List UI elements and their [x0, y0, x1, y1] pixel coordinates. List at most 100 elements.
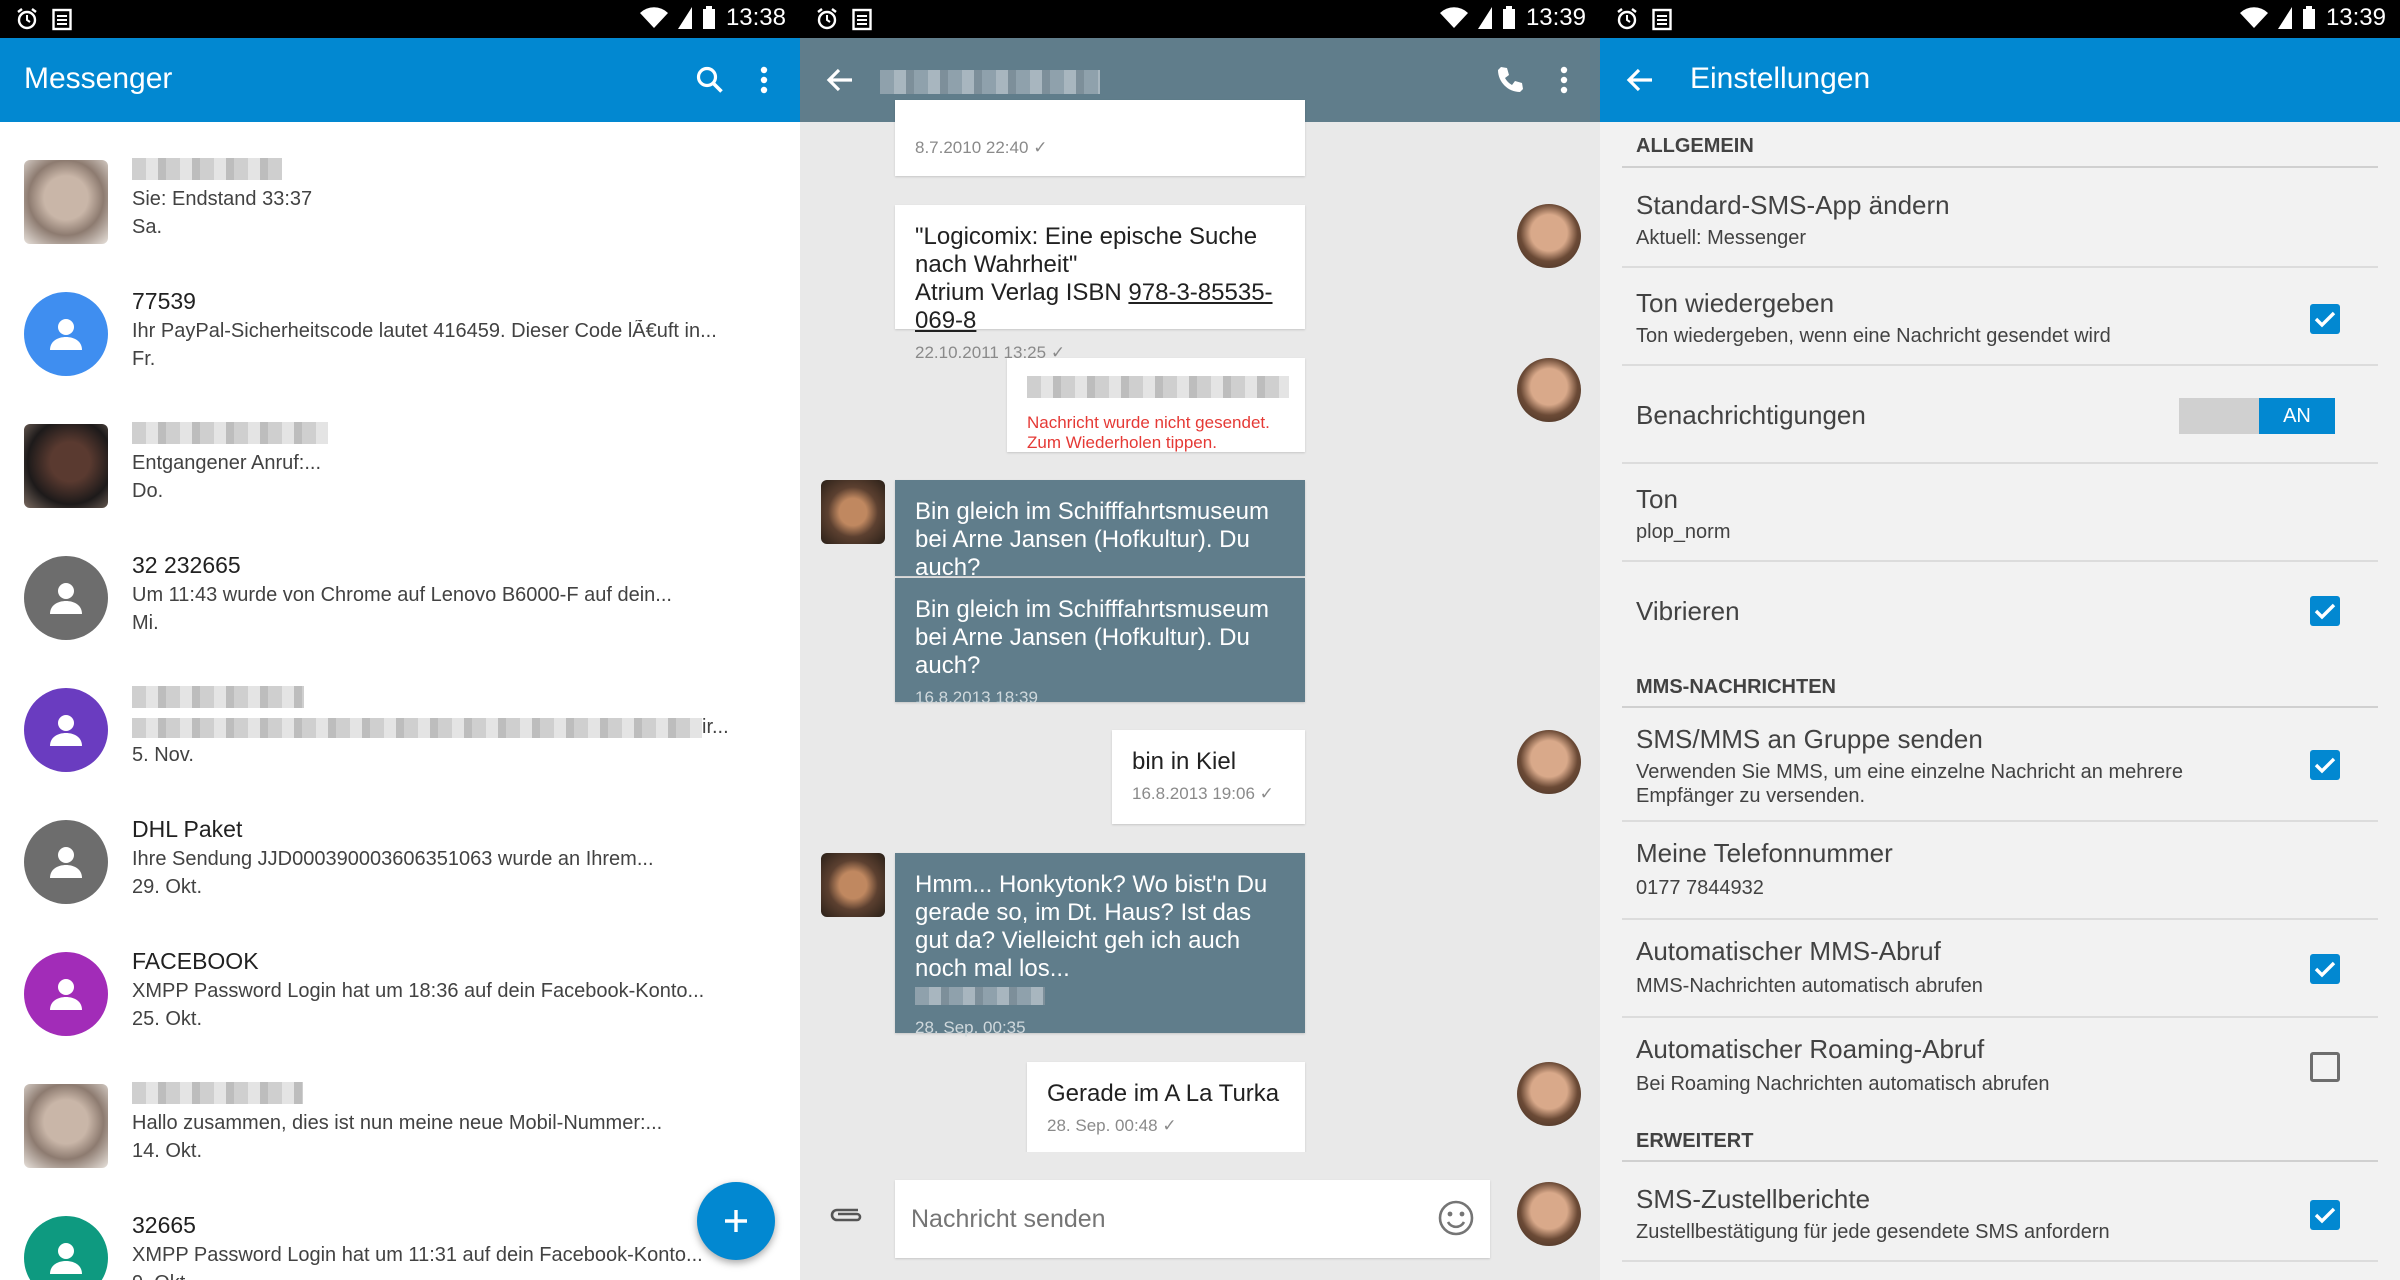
- message-bubble-received[interactable]: Bin gleich im Schifffahrtsmuseum bei Arn…: [895, 578, 1305, 707]
- checkbox-checked[interactable]: [2310, 1200, 2340, 1230]
- alarm-icon: [817, 8, 837, 30]
- setting-sms-delivery-reports[interactable]: SMS-Zustellberichte Zustellbestätigung f…: [1622, 1164, 2378, 1262]
- setting-auto-roaming-retrieval[interactable]: Automatischer Roaming-Abruf Bei Roaming …: [1622, 1018, 2378, 1116]
- conversation-date: 25. Okt.: [132, 1008, 203, 1030]
- my-avatar: [1517, 358, 1581, 422]
- section-divider: [1622, 166, 2378, 168]
- overflow-menu-icon[interactable]: [1544, 60, 1584, 100]
- person-icon: [50, 1243, 82, 1274]
- setting-auto-mms-retrieval[interactable]: Automatischer MMS-Abruf MMS-Nachrichten …: [1622, 920, 2378, 1018]
- conversation-snippet: Um 11:43 wurde von Chrome auf Lenovo B60…: [132, 584, 672, 606]
- back-arrow-icon[interactable]: [1620, 60, 1660, 100]
- conversation-row[interactable]: Sie: Endstand 33:37 Sa.: [0, 136, 800, 268]
- emoji-icon[interactable]: [1436, 1198, 1476, 1243]
- conversation-date: Fr.: [132, 348, 156, 370]
- redacted-text: [915, 987, 1045, 1005]
- battery-icon: [702, 6, 715, 29]
- contact-avatar: [821, 480, 885, 544]
- setting-title: SMS-Zustellberichte: [1636, 1184, 1871, 1214]
- clipboard-icon: [52, 8, 72, 31]
- conversation-snippet: Sie: Endstand 33:37: [132, 188, 313, 210]
- section-header-erweitert: ERWEITERT: [1636, 1130, 1754, 1152]
- setting-subtitle: Verwenden Sie MMS, um eine einzelne Nach…: [1636, 761, 2183, 807]
- conversation-row[interactable]: 77539 Ihr PayPal-Sicherheitscode lautet 4…: [0, 268, 800, 400]
- overflow-menu-icon[interactable]: [744, 60, 784, 100]
- checkbox-checked[interactable]: [2310, 304, 2340, 334]
- conversation-row[interactable]: Hallo zusammen, dies ist nun meine neue …: [0, 1060, 800, 1192]
- contact-avatar: [24, 688, 108, 772]
- contact-avatar: [24, 292, 108, 376]
- setting-title: Vibrieren: [1636, 596, 1740, 626]
- check-icon: ✓: [1162, 1116, 1177, 1135]
- message-timestamp: 16.8.2013 18:39: [915, 688, 1038, 707]
- conversation-row[interactable]: Entgangener Anruf:... Do.: [0, 400, 800, 532]
- message-input-container: [895, 1180, 1490, 1258]
- toggle-on-label: AN: [2259, 398, 2335, 434]
- message-bubble-received[interactable]: Bin gleich im Schifffahrtsmuseum bei Arn…: [895, 480, 1305, 581]
- conversation-name-redacted: [132, 422, 328, 444]
- alarm-icon: [1617, 8, 1637, 30]
- person-icon: [50, 319, 82, 350]
- settings-title: Einstellungen: [1690, 62, 1871, 95]
- check-icon: ✓: [1259, 784, 1274, 803]
- check-icon: [2314, 311, 2336, 328]
- setting-my-phone-number[interactable]: Meine Telefonnummer 0177 7844932: [1622, 822, 2378, 920]
- checkbox-checked[interactable]: [2310, 954, 2340, 984]
- contact-avatar: [24, 952, 108, 1036]
- checkbox-checked[interactable]: [2310, 596, 2340, 626]
- section-header-mms: MMS-NACHRICHTEN: [1636, 676, 1836, 698]
- conversation-date: 29. Okt.: [132, 876, 203, 898]
- settings-screen: 13:39 Einstellungen ALLGEMEIN Standard-S…: [1600, 0, 2400, 1280]
- setting-group-mms[interactable]: SMS/MMS an Gruppe senden Verwenden Sie M…: [1622, 710, 2378, 822]
- chat-thread-screen: 13:39 8.7.2010 22:40 ✓ "Logicomix: Eine …: [800, 0, 1600, 1280]
- clipboard-icon: [852, 8, 872, 31]
- conversation-row[interactable]: DHL Paket Ihre Sendung JJD000390003606351…: [0, 796, 800, 928]
- message-bubble-sent[interactable]: 8.7.2010 22:40 ✓: [895, 100, 1305, 176]
- person-icon: [50, 847, 82, 878]
- conversation-snippet: XMPP Password Login hat um 18:36 auf dei…: [132, 980, 705, 1002]
- attach-icon[interactable]: [828, 1202, 862, 1229]
- setting-subtitle: Aktuell: Messenger: [1636, 227, 1807, 249]
- phone-icon[interactable]: [1490, 60, 1530, 100]
- section-header-allgemein: ALLGEMEIN: [1636, 135, 1754, 157]
- message-bubble-sent[interactable]: "Logicomix: Eine epische Suche nach Wahr…: [895, 205, 1305, 362]
- message-composer: [800, 1152, 1600, 1280]
- setting-notifications[interactable]: Benachrichtigungen AN: [1622, 366, 2378, 464]
- back-arrow-icon[interactable]: [820, 60, 860, 100]
- setting-default-sms-app[interactable]: Standard-SMS-App ändern Aktuell: Messeng…: [1622, 170, 2378, 268]
- status-time: 13:38: [725, 4, 786, 31]
- my-avatar: [1517, 1062, 1581, 1126]
- message-bubble-received[interactable]: Hmm... Honkytonk? Wo bist'n Du gerade so…: [895, 853, 1305, 1037]
- conversation-date: 14. Okt.: [132, 1140, 203, 1162]
- message-bubble-failed[interactable]: Nachricht wurde nicht gesendet. Zum Wied…: [1007, 358, 1305, 452]
- status-time: 13:39: [2325, 4, 2386, 31]
- setting-sound[interactable]: Ton plop_norm: [1622, 464, 2378, 562]
- conversation-row[interactable]: FACEBOOK XMPP Password Login hat um 18:36…: [0, 928, 800, 1060]
- message-input[interactable]: [911, 1200, 1391, 1238]
- contact-avatar: [821, 853, 885, 917]
- setting-play-sound[interactable]: Ton wiedergeben Ton wiedergeben, wenn ei…: [1622, 268, 2378, 366]
- notifications-toggle[interactable]: AN: [2179, 398, 2335, 434]
- setting-subtitle: Bei Roaming Nachrichten automatisch abru…: [1636, 1073, 2050, 1095]
- person-icon: [50, 715, 82, 746]
- message-bubble-sent[interactable]: bin in Kiel 16.8.2013 19:06 ✓: [1112, 730, 1305, 824]
- new-message-fab[interactable]: [697, 1182, 775, 1260]
- conversation-date: Do.: [132, 480, 164, 502]
- conversation-row[interactable]: ir... 5. Nov.: [0, 664, 800, 796]
- section-divider: [1622, 1160, 2378, 1162]
- setting-vibrate[interactable]: Vibrieren: [1622, 562, 2378, 660]
- my-avatar: [1517, 204, 1581, 268]
- search-icon[interactable]: [690, 60, 730, 100]
- conversation-row[interactable]: 32665 XMPP Password Login hat um 11:31 au…: [0, 1192, 800, 1280]
- conversation-name: FACEBOOK: [132, 948, 259, 974]
- message-bubble-sent[interactable]: Gerade im A La Turka 28. Sep. 00:48 ✓: [1027, 1062, 1305, 1156]
- conversation-row[interactable]: 32 232665 Um 11:43 wurde von Chrome auf L…: [0, 532, 800, 664]
- battery-icon: [1502, 6, 1515, 29]
- conversation-name-redacted: [132, 1082, 303, 1104]
- checkbox-checked[interactable]: [2310, 750, 2340, 780]
- wifi-icon: [639, 7, 668, 29]
- checkbox-unchecked[interactable]: [2310, 1052, 2340, 1082]
- conversation-date: 5. Nov.: [132, 744, 194, 766]
- clipboard-icon: [1652, 8, 1672, 31]
- person-icon: [50, 979, 82, 1010]
